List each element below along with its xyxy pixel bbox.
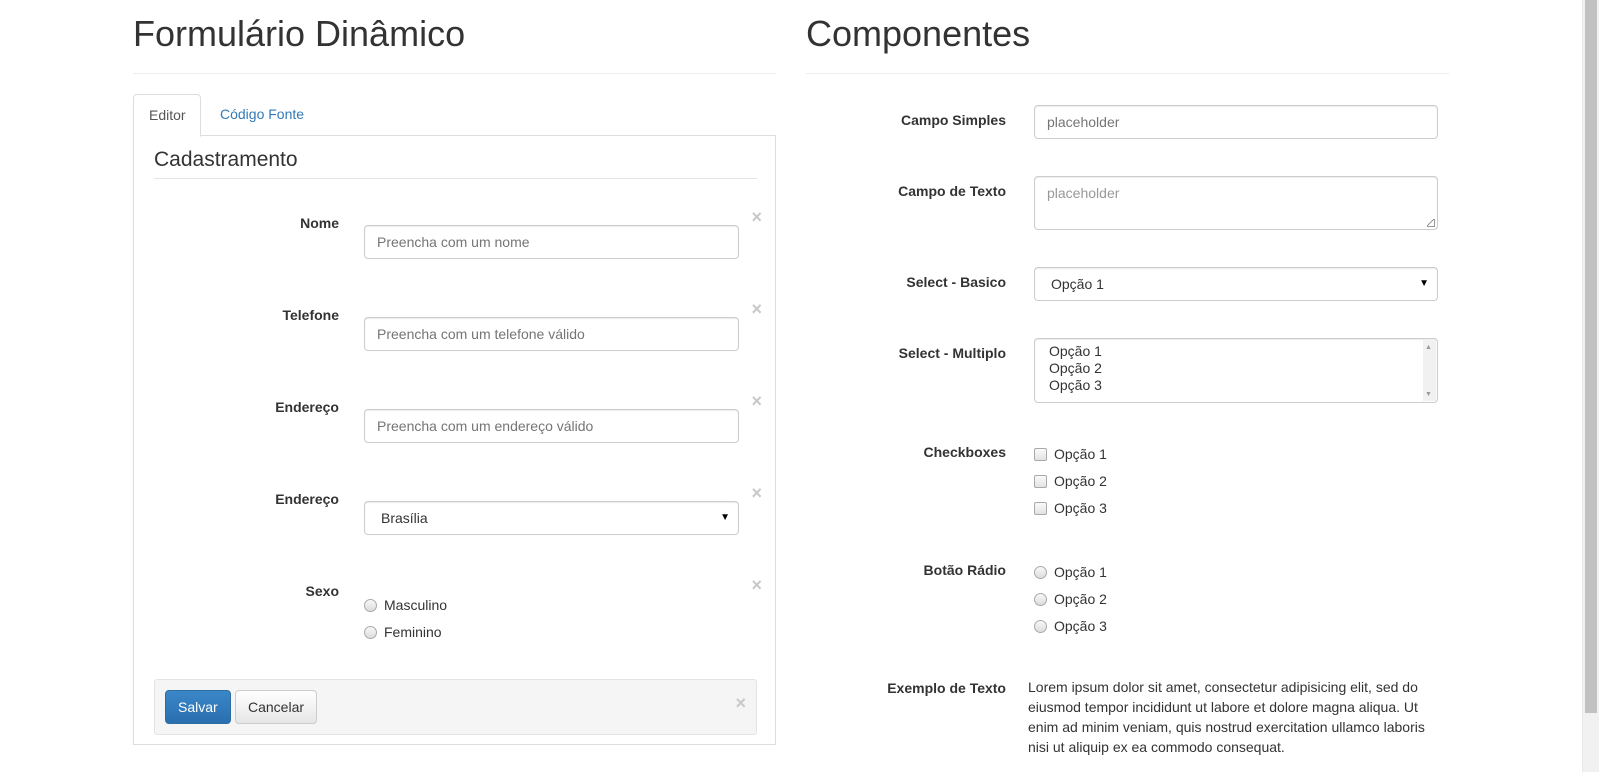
close-icon[interactable]: × — [751, 300, 762, 318]
radio-button[interactable] — [364, 599, 377, 612]
field-label: Endereço — [275, 491, 339, 507]
component-label: Campo Simples — [900, 112, 1006, 128]
field-label: Endereço — [275, 399, 339, 415]
editor-title: Formulário Dinâmico — [133, 0, 776, 74]
close-icon[interactable]: × — [735, 694, 746, 712]
radio-label: Opção 1 — [1054, 564, 1107, 580]
checkbox-label: Opção 3 — [1054, 500, 1107, 516]
select-value: Brasília — [381, 510, 428, 526]
component-label: Select - Multiplo — [898, 345, 1006, 361]
field-label: Telefone — [282, 307, 339, 323]
endereco-select[interactable]: Brasília ▼ — [364, 501, 739, 535]
tab-editor[interactable]: Editor — [133, 94, 201, 137]
textarea-placeholder: placeholder — [1047, 185, 1120, 201]
checkbox[interactable] — [1034, 475, 1047, 488]
resize-handle-icon[interactable] — [1427, 219, 1435, 227]
chevron-down-icon: ▼ — [1419, 278, 1429, 289]
radio-button[interactable] — [364, 626, 377, 639]
scroll-down-icon[interactable]: ▼ — [1425, 391, 1432, 399]
close-icon[interactable]: × — [751, 576, 762, 594]
chevron-down-icon: ▼ — [720, 512, 730, 523]
endereco-input[interactable] — [364, 409, 739, 443]
example-paragraph: Lorem ipsum dolor sit amet, consectetur … — [1028, 679, 1425, 755]
checkbox[interactable] — [1034, 448, 1047, 461]
component-label: Botão Rádio — [923, 562, 1006, 578]
page-scrollbar[interactable] — [1582, 0, 1599, 772]
close-icon[interactable]: × — [751, 392, 762, 410]
scroll-up-icon[interactable]: ▲ — [1425, 344, 1432, 352]
radio-label: Opção 2 — [1054, 591, 1107, 607]
select-option[interactable]: Opção 3 — [1049, 377, 1437, 394]
radio-label: Feminino — [384, 624, 442, 640]
select-value: Opção 1 — [1051, 276, 1104, 292]
form-legend: Cadastramento — [154, 148, 757, 179]
checkbox-label: Opção 2 — [1054, 473, 1107, 489]
select-basico[interactable]: Opção 1 ▼ — [1034, 267, 1438, 301]
save-button[interactable]: Salvar — [165, 690, 231, 724]
close-icon[interactable]: × — [751, 208, 762, 226]
component-label: Exemplo de Texto — [887, 680, 1006, 696]
campo-simples-input[interactable] — [1034, 105, 1438, 139]
select-option[interactable]: Opção 2 — [1049, 360, 1437, 377]
select-option[interactable]: Opção 1 — [1049, 343, 1437, 360]
radio-label: Opção 3 — [1054, 618, 1107, 634]
close-icon[interactable]: × — [751, 484, 762, 502]
radio-button[interactable] — [1034, 620, 1047, 633]
scrollbar[interactable]: ▲ ▼ — [1423, 340, 1436, 401]
cancel-button[interactable]: Cancelar — [235, 690, 318, 724]
components-title: Componentes — [806, 0, 1449, 74]
components-column: Componentes Campo Simples Campo de Texto… — [806, 0, 1449, 755]
checkbox-label: Opção 1 — [1054, 446, 1107, 462]
field-label: Sexo — [305, 583, 339, 599]
radio-button[interactable] — [1034, 566, 1047, 579]
select-multiplo[interactable]: Opção 1 Opção 2 Opção 3 ▲ ▼ — [1034, 338, 1438, 403]
radio-button[interactable] — [1034, 593, 1047, 606]
campo-texto-textarea[interactable]: placeholder — [1034, 176, 1438, 230]
tab-codigo-fonte[interactable]: Código Fonte — [205, 94, 319, 136]
field-label: Nome — [300, 215, 339, 231]
form-actions: Salvar Cancelar × — [154, 679, 757, 735]
nome-input[interactable] — [364, 225, 739, 259]
editor-column: Formulário Dinâmico Editor Código Fonte … — [133, 0, 776, 745]
radio-label: Masculino — [384, 597, 448, 613]
editor-tabs: Editor Código Fonte — [133, 94, 776, 137]
component-label: Select - Basico — [906, 274, 1006, 290]
checkbox[interactable] — [1034, 502, 1047, 515]
editor-tab-pane: Cadastramento Nome × Telefone × Endereço… — [133, 135, 776, 745]
telefone-input[interactable] — [364, 317, 739, 351]
component-label: Checkboxes — [923, 444, 1006, 460]
scrollbar-thumb[interactable] — [1585, 0, 1597, 713]
component-label: Campo de Texto — [898, 183, 1006, 199]
